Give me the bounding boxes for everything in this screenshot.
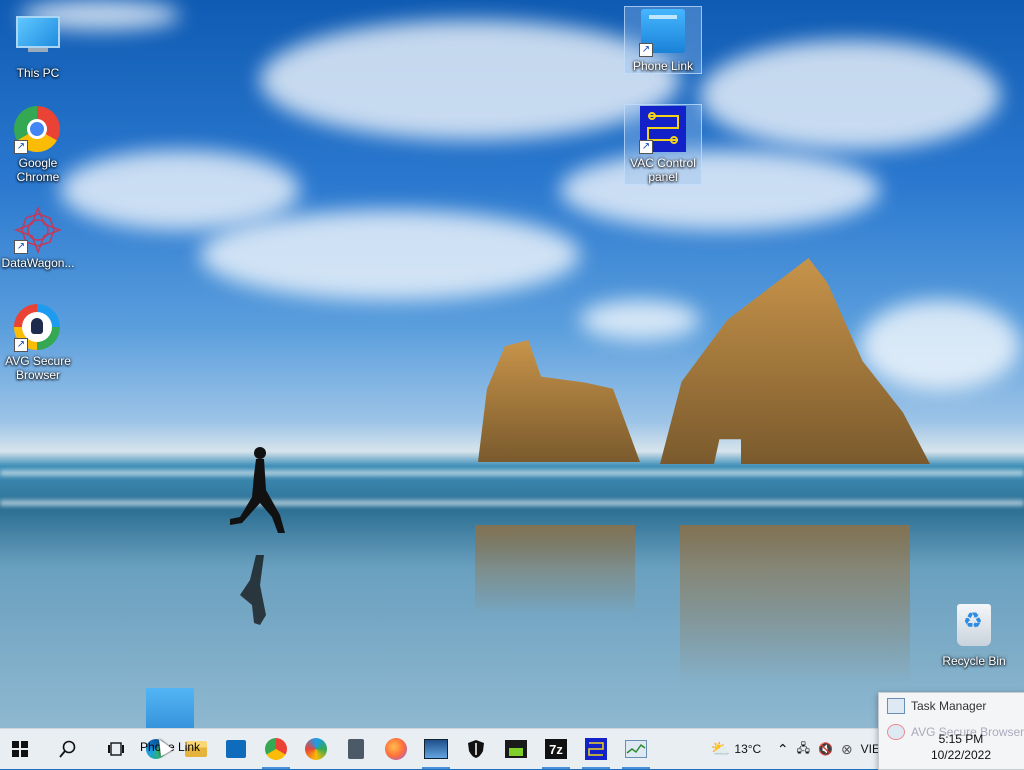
task-view-icon	[105, 738, 127, 760]
calculator-icon	[348, 739, 364, 759]
runner-silhouette	[230, 447, 285, 625]
chrome-icon	[265, 738, 287, 760]
7zip-icon: 7z	[545, 739, 567, 759]
taskbar-vac-control[interactable]	[576, 729, 616, 769]
taskbar-photos[interactable]	[416, 729, 456, 769]
show-hidden-icons-chevron-icon[interactable]: ⌃	[773, 741, 793, 758]
status-close-icon[interactable]: ⊗	[837, 741, 857, 758]
windows-logo-icon	[12, 741, 28, 757]
taskbar-avg-browser[interactable]	[296, 729, 336, 769]
jumplist-item-task-manager[interactable]: Task Manager	[879, 693, 1024, 719]
taskbar-security[interactable]	[456, 729, 496, 769]
desktop-icon-label: DataWagon...	[1, 256, 75, 270]
vac-control-icon	[585, 738, 607, 760]
taskbar-7zip[interactable]: 7z	[536, 729, 576, 769]
desktop-icon-datawagon[interactable]: ↗ DataWagon...	[0, 205, 76, 270]
clock-date: 10/22/2022	[930, 748, 991, 762]
network-icon[interactable]: 🖧	[793, 739, 814, 760]
taskbar-app[interactable]	[496, 729, 536, 769]
desktop-icon-google-chrome[interactable]: ↗ Google Chrome	[0, 106, 76, 184]
desktop-icon-label: AVG Secure Browser	[5, 354, 71, 382]
security-icon	[465, 738, 487, 760]
computer-icon	[16, 16, 60, 48]
desktop-icon-recycle-bin[interactable]: Recycle Bin	[936, 600, 1012, 668]
recycle-bin-icon	[957, 604, 991, 646]
taskbar-calculator[interactable]	[336, 729, 376, 769]
shortcut-arrow-icon: ↗	[639, 140, 653, 154]
search-icon	[57, 738, 79, 760]
task-manager-icon	[887, 698, 905, 714]
start-button[interactable]	[0, 729, 40, 769]
desktop-icon-label: This PC	[16, 66, 60, 80]
desktop-icon-label: Recycle Bin	[942, 654, 1006, 668]
desktop-icon-vac-control-panel[interactable]: ↗ VAC Control panel	[624, 104, 702, 185]
weather-temp: 13°C	[734, 742, 762, 756]
clock-time: 5:15 PM	[938, 732, 984, 746]
weather-widget[interactable]: ⛅ 13°C	[703, 729, 773, 769]
desktop-icon-label: Phone Link	[632, 59, 694, 73]
task-manager-icon	[625, 740, 647, 758]
desktop-icon-label: VAC Control panel	[630, 156, 696, 184]
search-button[interactable]	[48, 729, 88, 769]
shortcut-arrow-icon: ↗	[639, 43, 653, 57]
desktop-icon-phone-link[interactable]: ↗ Phone Link	[624, 6, 702, 74]
photos-icon	[424, 739, 448, 759]
avg-browser-icon	[305, 738, 327, 760]
7zip-label: 7z	[549, 741, 563, 757]
desktop-wallpaper	[0, 0, 1024, 728]
task-view-button[interactable]	[96, 729, 136, 769]
shortcut-arrow-icon: ↗	[14, 240, 28, 254]
taskbar-jump-list: Task Manager AVG Secure Browser 5:15 PM …	[878, 692, 1024, 770]
volume-muted-icon[interactable]: 🔇	[814, 742, 837, 756]
avg-browser-icon	[887, 724, 905, 740]
weather-cloud-icon: ⛅	[710, 741, 731, 758]
shortcut-arrow-icon: ↗	[14, 338, 28, 352]
taskbar-task-manager[interactable]	[616, 729, 656, 769]
taskbar-firefox[interactable]	[376, 729, 416, 769]
desktop-icon-avg-secure-browser[interactable]: ↗ AVG Secure Browser	[0, 304, 76, 382]
microsoft-store-icon	[226, 740, 246, 758]
shortcut-arrow-icon: ↗	[14, 140, 28, 154]
taskbar-clock[interactable]: 5:15 PM 10/22/2022	[931, 731, 991, 763]
taskbar-chrome[interactable]	[256, 729, 296, 769]
jumplist-label: Task Manager	[911, 699, 987, 713]
taskbar-microsoft-store[interactable]	[216, 729, 256, 769]
firefox-icon	[385, 738, 407, 760]
app-icon	[505, 740, 527, 758]
rock-left	[478, 340, 640, 462]
desktop-icon-label: Google Chrome	[16, 156, 60, 184]
desktop-icon-this-pc[interactable]: This PC	[0, 10, 76, 80]
